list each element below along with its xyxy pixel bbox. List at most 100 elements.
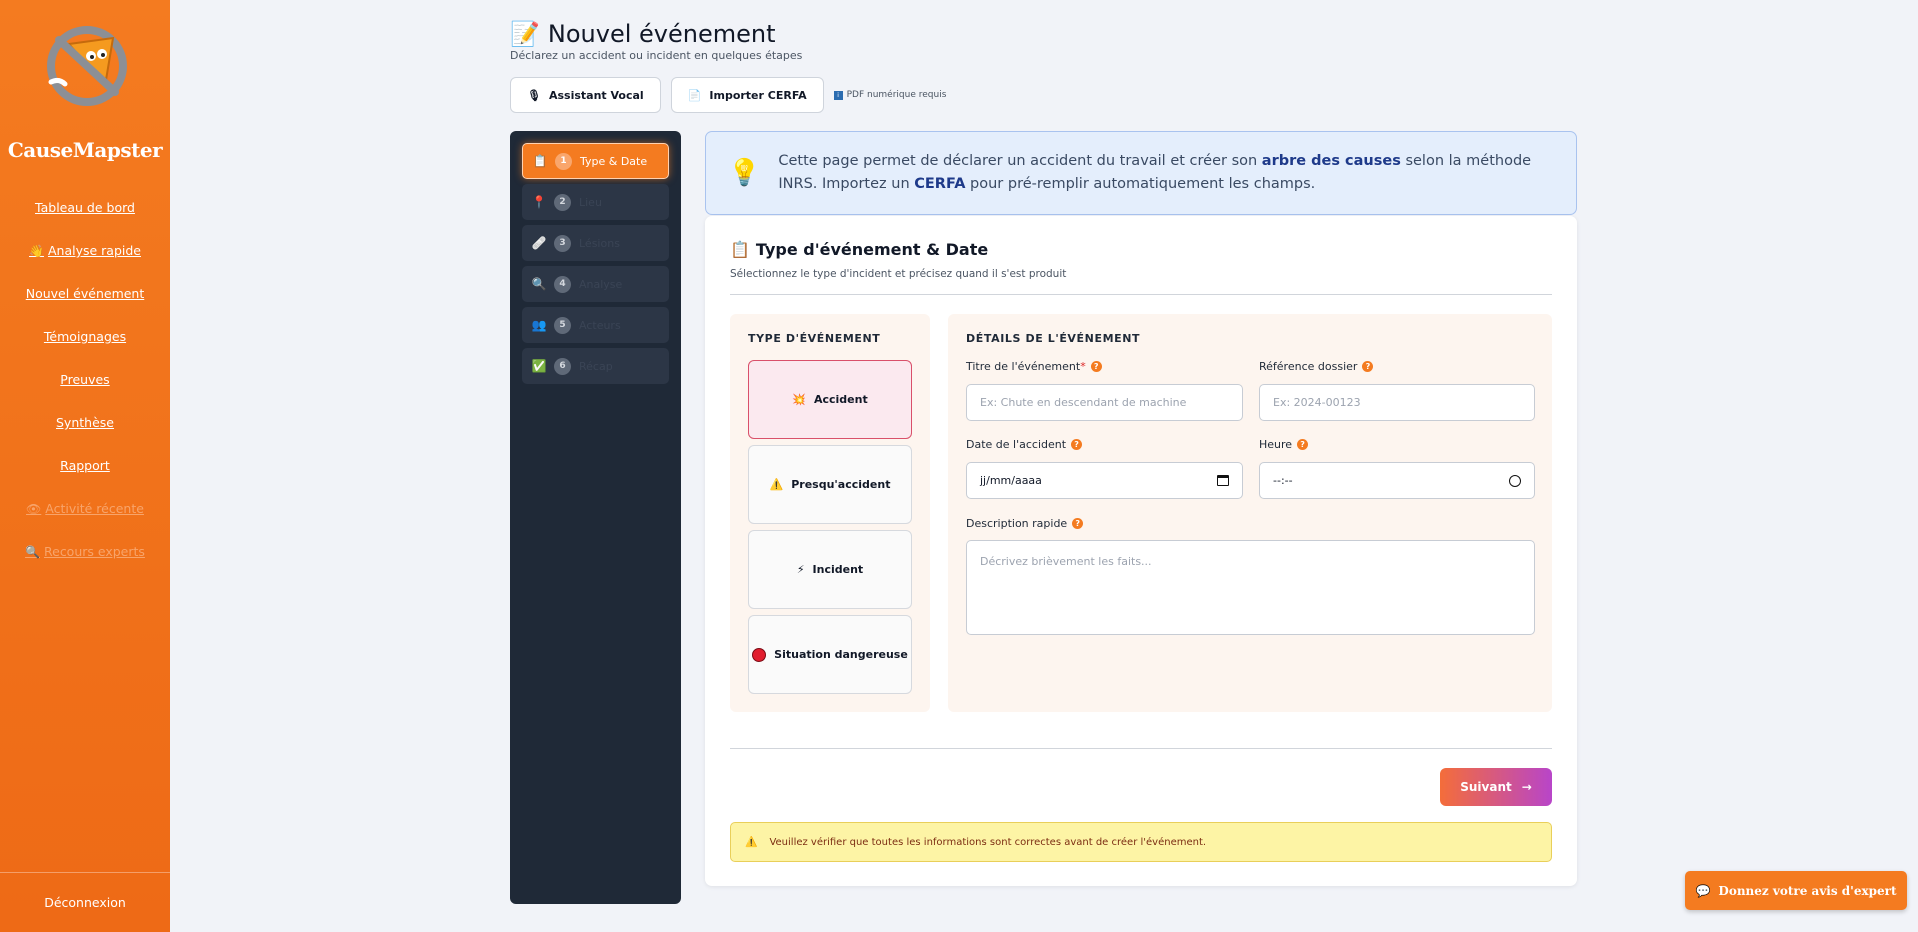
voice-assistant-label: Assistant Vocal [548, 88, 644, 102]
sidebar-item-temoignages[interactable]: Témoignages [44, 329, 126, 344]
sidebar-item-recours-experts[interactable]: 🔍 Recours experts [25, 544, 145, 559]
title-label-text: Titre de l'événement [966, 360, 1081, 373]
next-button[interactable]: Suivant → [1440, 768, 1552, 806]
description-placeholder: Décrivez brièvement les faits... [980, 555, 1152, 568]
step-recap[interactable]: ✅ 6 Récap [522, 348, 669, 384]
event-type-situation-dangereuse[interactable]: Situation dangereuse [748, 615, 912, 694]
reference-label-text: Référence dossier [1259, 360, 1358, 373]
info-bold-arbre: arbre des causes [1261, 153, 1401, 169]
sidebar-item-preuves[interactable]: Preuves [60, 372, 109, 387]
bandage-icon: 🩹 [531, 236, 547, 250]
pdf-note: i PDF numérique requis [833, 90, 946, 100]
step-lieu[interactable]: 📍 2 Lieu [522, 184, 669, 220]
warning-icon: ⚠️ [769, 478, 784, 491]
red-circle-icon [752, 647, 767, 662]
step-number: 3 [554, 234, 571, 252]
step-number: 5 [554, 316, 571, 334]
section-title-text: Type d'événement & Date [755, 240, 989, 259]
sidebar-item-tableau-de-bord[interactable]: Tableau de bord [35, 200, 135, 215]
import-cerfa-label: Importer CERFA [709, 88, 807, 102]
sidebar-item-activite-recente[interactable]: 👁 Activité récente [26, 501, 144, 516]
help-icon[interactable]: ? [1297, 439, 1309, 450]
description-textarea[interactable]: Décrivez brièvement les faits... [966, 540, 1535, 635]
date-field-label: Date de l'accident ? [966, 438, 1083, 451]
step-label: Analyse [579, 277, 623, 291]
sidebar-item-label: Activité récente [45, 501, 144, 516]
magnifier-icon: 🔍 [25, 544, 40, 559]
reference-input[interactable]: Ex: 2024-00123 [1259, 384, 1535, 421]
event-type-incident[interactable]: ⚡ Incident [748, 530, 912, 609]
time-label-text: Heure [1259, 438, 1293, 451]
required-marker: * [1080, 360, 1086, 373]
event-details-panel: DÉTAILS DE L'ÉVÉNEMENT Titre de l'événem… [948, 314, 1552, 712]
pin-icon: 📍 [531, 195, 547, 209]
check-box-icon: ✅ [531, 359, 547, 373]
event-type-accident[interactable]: 💥 Accident [748, 360, 912, 439]
divider [730, 748, 1552, 749]
import-cerfa-button[interactable]: 📄 Importer CERFA [670, 77, 824, 113]
step-analyse[interactable]: 🔍 4 Analyse [522, 266, 669, 302]
validation-warning: ⚠️ Veuillez vérifier que toutes les info… [730, 822, 1552, 862]
expert-feedback-label: Donnez votre avis d'expert [1718, 883, 1897, 898]
time-input[interactable]: --:-- [1259, 462, 1535, 499]
people-icon: 👥 [531, 318, 547, 332]
reference-placeholder: Ex: 2024-00123 [1273, 396, 1361, 409]
sidebar-item-rapport[interactable]: Rapport [60, 458, 110, 473]
step-acteurs[interactable]: 👥 5 Acteurs [522, 307, 669, 343]
event-type-label: Incident [812, 563, 864, 576]
step-number: 1 [555, 152, 572, 170]
hand-wave-icon: 👋 [29, 243, 44, 258]
step-number: 6 [554, 357, 571, 375]
reference-field-label: Référence dossier ? [1259, 360, 1374, 373]
date-label-text: Date de l'accident [966, 438, 1067, 451]
info-icon: i [833, 90, 843, 100]
step-label: Récap [579, 359, 613, 373]
sidebar-item-label: Témoignages [43, 329, 127, 344]
magnifier-icon: 🔍 [531, 277, 547, 291]
sidebar-item-synthese[interactable]: Synthèse [56, 415, 114, 430]
event-title-placeholder: Ex: Chute en descendant de machine [980, 396, 1187, 409]
clock-icon[interactable] [1509, 474, 1521, 487]
help-icon[interactable]: ? [1362, 361, 1374, 372]
info-bold-cerfa: CERFA [914, 176, 966, 192]
clipboard-icon: 📋 [730, 240, 750, 259]
brand-name: CauseMapster [7, 138, 163, 162]
calendar-icon[interactable] [1217, 475, 1229, 486]
event-type-presquaccident[interactable]: ⚠️ Presqu'accident [748, 445, 912, 524]
lightning-icon: ⚡ [796, 563, 805, 576]
time-field-label: Heure ? [1259, 438, 1309, 451]
logout-button[interactable]: Déconnexion [0, 872, 170, 932]
collision-icon: 💥 [792, 393, 806, 406]
sidebar-item-label: Analyse rapide [47, 243, 141, 258]
description-label-text: Description rapide [966, 517, 1068, 530]
expert-feedback-button[interactable]: 💬 Donnez votre avis d'expert [1685, 871, 1907, 910]
logo [35, 16, 135, 116]
section-subtitle: Sélectionnez le type d'incident et préci… [730, 268, 1067, 280]
help-icon[interactable]: ? [1071, 439, 1083, 450]
event-title-input[interactable]: Ex: Chute en descendant de machine [966, 384, 1243, 421]
help-icon[interactable]: ? [1090, 361, 1102, 372]
description-field-label: Description rapide ? [966, 517, 1084, 530]
arrow-right-icon: → [1521, 780, 1532, 794]
event-type-heading: TYPE D'ÉVÉNEMENT [748, 332, 881, 345]
step-label: Lieu [579, 195, 602, 209]
sidebar-item-label: Preuves [60, 372, 110, 387]
step-number: 4 [554, 275, 571, 293]
help-icon[interactable]: ? [1072, 518, 1084, 529]
event-type-panel: TYPE D'ÉVÉNEMENT 💥 Accident ⚠️ Presqu'ac… [730, 314, 930, 712]
event-type-label: Situation dangereuse [774, 648, 908, 661]
sidebar-item-analyse-rapide[interactable]: 👋 Analyse rapide [29, 243, 141, 258]
event-details-heading: DÉTAILS DE L'ÉVÉNEMENT [966, 332, 1141, 345]
microphone-icon: 🎙 [527, 88, 541, 102]
info-banner: 💡 Cette page permet de déclarer un accid… [705, 131, 1577, 215]
chat-bubble-icon: 💬 [1695, 883, 1711, 898]
sidebar: CauseMapster Tableau de bord 👋 Analyse ra… [0, 0, 170, 932]
voice-assistant-button[interactable]: 🎙 Assistant Vocal [510, 77, 661, 113]
date-input[interactable]: jj/mm/aaaa [966, 462, 1243, 499]
step-type-date[interactable]: 📋 1 Type & Date [522, 143, 669, 179]
step-lesions[interactable]: 🩹 3 Lésions [522, 225, 669, 261]
step-navigator: 📋 1 Type & Date 📍 2 Lieu 🩹 3 Lésions 🔍 4… [510, 131, 681, 904]
info-text: Cette page permet de déclarer un acciden… [778, 150, 1554, 196]
sidebar-item-nouvel-evenement[interactable]: Nouvel événement [26, 286, 145, 301]
sidebar-item-label: Tableau de bord [35, 200, 135, 215]
